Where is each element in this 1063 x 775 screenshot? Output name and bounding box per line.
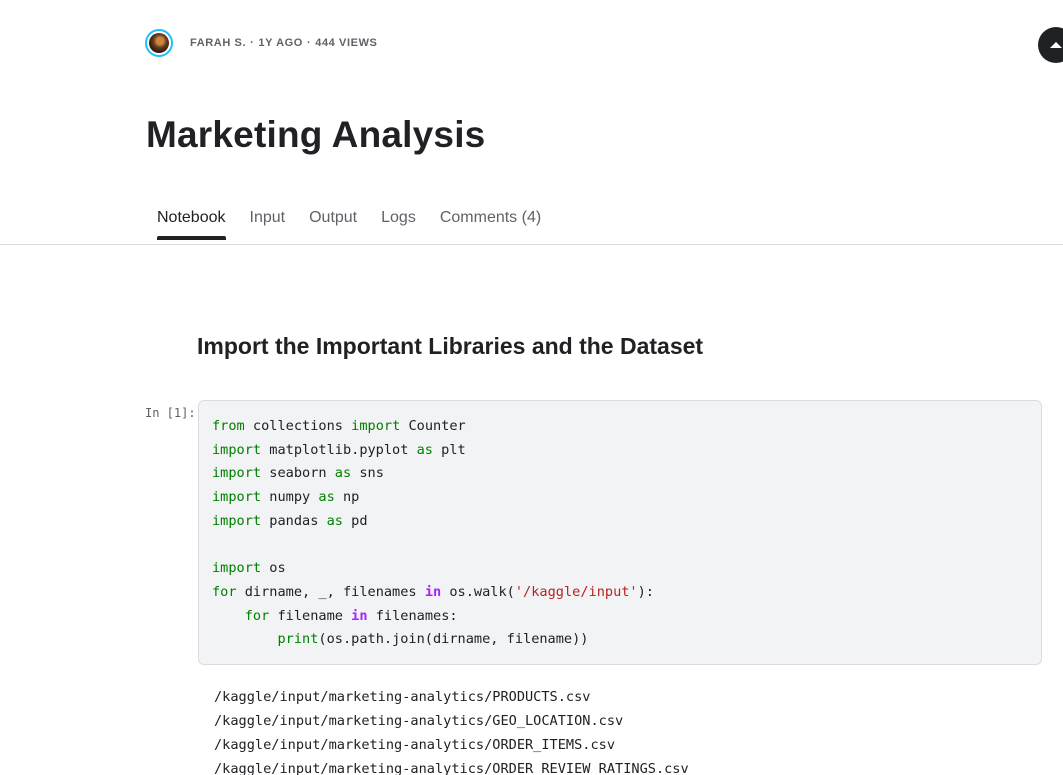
code-text: matplotlib.pyplot bbox=[261, 441, 417, 458]
tabs-divider bbox=[0, 244, 1063, 245]
code-keyword: as bbox=[318, 489, 335, 506]
code-keyword: import bbox=[212, 441, 262, 458]
tab-notebook[interactable]: Notebook bbox=[157, 209, 226, 240]
code-text: collections bbox=[244, 418, 352, 434]
code-text: ): bbox=[637, 583, 654, 600]
code-text: pandas bbox=[261, 512, 327, 529]
output-line: /kaggle/input/marketing-analytics/ORDER_… bbox=[214, 760, 689, 775]
tab-logs[interactable]: Logs bbox=[381, 209, 416, 239]
section-heading: Import the Important Libraries and the D… bbox=[197, 333, 704, 359]
user-avatar-icon bbox=[149, 33, 169, 53]
output-line: /kaggle/input/marketing-analytics/PRODUC… bbox=[214, 689, 591, 705]
code-keyword: for bbox=[212, 583, 237, 600]
scroll-to-top-button[interactable] bbox=[1038, 27, 1063, 63]
code-text: seaborn bbox=[261, 465, 335, 482]
code-text: np bbox=[334, 489, 360, 506]
code-text: numpy bbox=[261, 489, 319, 506]
avatar[interactable] bbox=[145, 29, 173, 57]
code-keyword: for bbox=[244, 607, 270, 624]
code-text: os bbox=[261, 560, 286, 577]
tab-output[interactable]: Output bbox=[309, 209, 357, 239]
notebook-page: FARAH S. · 1Y AGO · 444 VIEWS Marketing Anal… bbox=[0, 0, 1063, 775]
code-keyword: import bbox=[212, 489, 262, 506]
author-meta: FARAH S. · 1Y AGO · 444 VIEWS bbox=[145, 29, 378, 57]
post-age: 1Y AGO bbox=[258, 37, 303, 49]
code-cell[interactable]: from collections import Counter import m… bbox=[198, 400, 1042, 665]
code-text: sns bbox=[351, 465, 384, 482]
caret-up-icon bbox=[1050, 42, 1062, 48]
meta-separator: · bbox=[250, 37, 255, 49]
code-string: '/kaggle/input' bbox=[514, 583, 638, 600]
code-text: (os.path.join(dirname, filename)) bbox=[318, 631, 589, 648]
code-text: pd bbox=[342, 512, 368, 529]
code-text: filenames: bbox=[367, 607, 458, 624]
code-keyword: import bbox=[351, 418, 401, 434]
cell-output: /kaggle/input/marketing-analytics/PRODUC… bbox=[214, 686, 689, 775]
code-builtin: print bbox=[277, 631, 319, 648]
code-text: dirname, _, filenames bbox=[236, 583, 425, 600]
code-keyword: import bbox=[212, 560, 262, 577]
tab-bar: Notebook Input Output Logs Comments (4) bbox=[157, 209, 565, 240]
view-count: 444 VIEWS bbox=[315, 37, 378, 49]
tab-input[interactable]: Input bbox=[250, 209, 286, 239]
meta-separator: · bbox=[306, 37, 312, 49]
output-line: /kaggle/input/marketing-analytics/ORDER_… bbox=[214, 736, 616, 753]
code-text: filename bbox=[269, 607, 352, 624]
code-block: from collections import Counter import m… bbox=[212, 415, 1028, 652]
code-keyword: as bbox=[416, 441, 433, 458]
code-keyword: as bbox=[334, 465, 352, 482]
code-keyword: import bbox=[212, 512, 262, 529]
code-keyword: in bbox=[424, 583, 442, 600]
meta-text: FARAH S. · 1Y AGO · 444 VIEWS bbox=[190, 37, 378, 49]
author-name[interactable]: FARAH S. bbox=[190, 37, 246, 49]
page-title: Marketing Analysis bbox=[146, 114, 486, 155]
code-text: Counter bbox=[400, 418, 466, 434]
code-keyword: import bbox=[212, 465, 262, 482]
code-keyword: as bbox=[326, 512, 343, 529]
code-text: plt bbox=[432, 441, 466, 458]
code-keyword: in bbox=[351, 607, 368, 624]
code-keyword: from bbox=[212, 418, 245, 434]
output-line: /kaggle/input/marketing-analytics/GEO_LO… bbox=[214, 712, 624, 729]
code-text: os.walk( bbox=[441, 583, 515, 600]
cell-prompt: In [1]: bbox=[145, 406, 196, 420]
tab-comments[interactable]: Comments (4) bbox=[440, 209, 541, 239]
